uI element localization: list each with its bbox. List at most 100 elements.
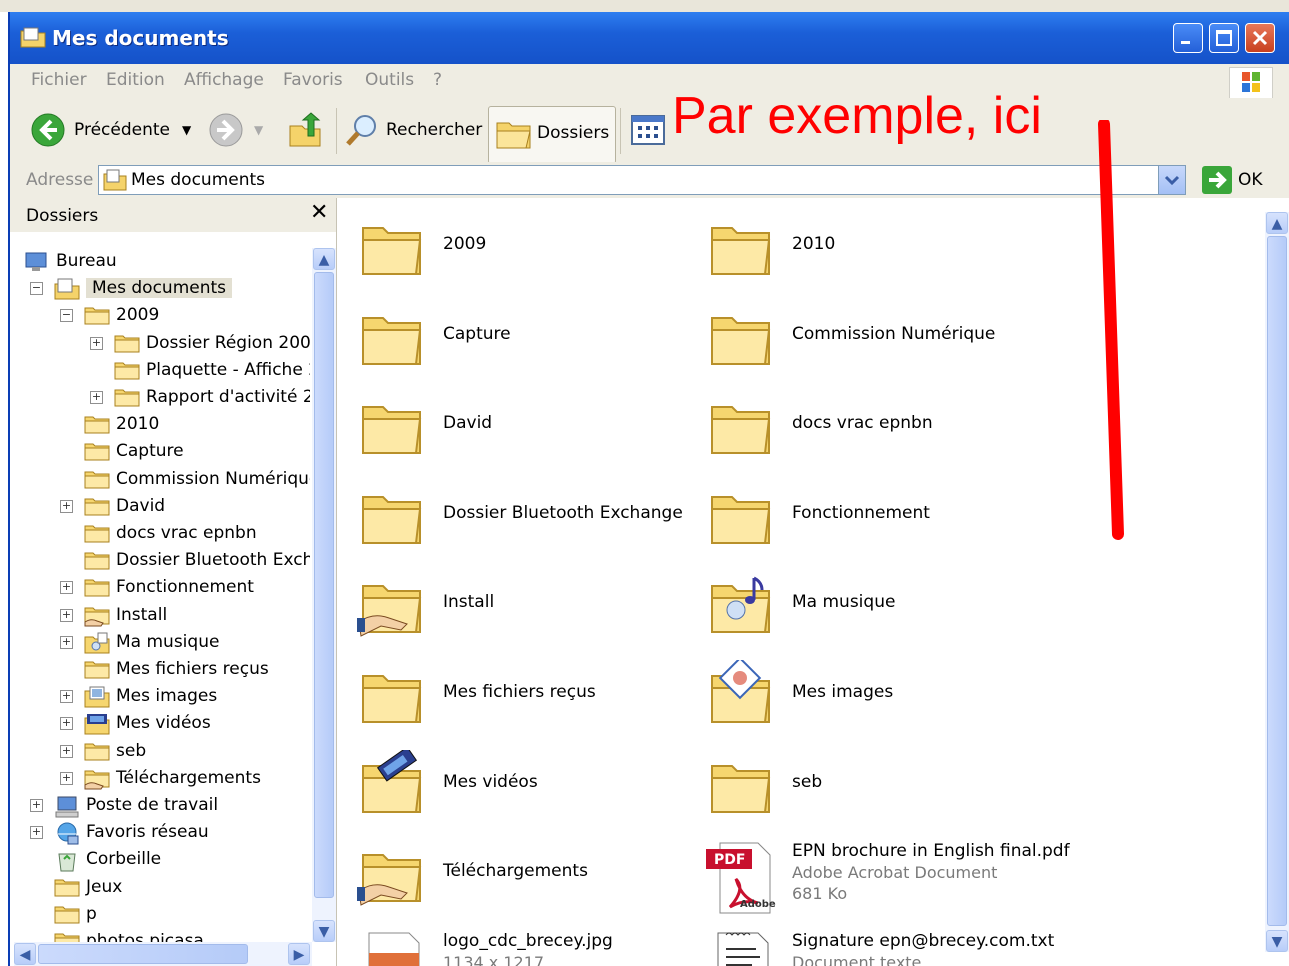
tree-item[interactable]: p	[54, 901, 310, 927]
windows-logo	[1229, 67, 1273, 99]
file-item[interactable]: 2010	[706, 212, 1046, 292]
tree-item[interactable]: docs vrac epnbn	[84, 520, 310, 546]
menu-edition[interactable]: Edition	[106, 70, 165, 90]
tree-item[interactable]: Dossier Bluetooth Exchan	[84, 547, 310, 573]
close-icon	[1252, 30, 1268, 46]
tree-expander-13[interactable]: +	[60, 608, 73, 622]
tree-item[interactable]: Bureau	[24, 248, 310, 274]
maximize-button[interactable]	[1209, 23, 1239, 53]
tree-expander-1[interactable]: −	[30, 282, 43, 296]
tree-item[interactable]: Mes images	[84, 683, 310, 709]
tree-item[interactable]: Mes vidéos	[84, 710, 310, 736]
tree-item[interactable]: 2010	[84, 411, 310, 437]
tree-item[interactable]: Dossier Région 2009 I	[114, 330, 310, 356]
files-vertical-scrollbar[interactable]: ▲ ▼	[1265, 212, 1289, 952]
minimize-button[interactable]	[1173, 23, 1203, 53]
folders-pane-close-icon[interactable]: ✕	[310, 200, 328, 225]
file-item[interactable]: Fonctionnement	[706, 481, 1046, 561]
tree-vertical-scrollbar[interactable]: ▲ ▼	[312, 248, 336, 942]
file-item[interactable]: Commission Numérique	[706, 302, 1046, 382]
file-item[interactable]: Téléchargements	[357, 839, 697, 919]
scroll-thumb[interactable]	[314, 272, 334, 898]
file-item[interactable]: PDF Adobe EPN brochure in English final.pd…	[706, 839, 1070, 919]
tree-item[interactable]: Mes documents	[54, 275, 310, 301]
menu-outils[interactable]: Outils	[365, 70, 414, 90]
scroll-thumb[interactable]	[1267, 236, 1287, 926]
scroll-down-button[interactable]: ▼	[313, 920, 335, 942]
menu-fichier[interactable]: Fichier	[31, 70, 87, 90]
file-item[interactable]: Install	[357, 570, 697, 650]
h-scroll-thumb[interactable]	[38, 944, 248, 964]
tree-expander-18[interactable]: +	[60, 744, 73, 758]
back-label: Précédente	[74, 120, 170, 140]
tree-expander-21[interactable]: +	[30, 826, 43, 840]
tree-item[interactable]: Favoris réseau	[54, 819, 310, 845]
file-item[interactable]: Mes images	[706, 656, 1046, 740]
file-item[interactable]: Mes fichiers reçus	[357, 660, 697, 740]
file-item[interactable]: docs vrac epnbn	[706, 391, 1046, 471]
file-item[interactable]: David	[357, 391, 697, 471]
back-dropdown-icon[interactable]: ▼	[182, 123, 191, 137]
menu-favoris[interactable]: Favoris	[283, 70, 343, 90]
tree-item[interactable]: Plaquette - Affiche 2C	[114, 357, 310, 383]
scroll-up-button[interactable]: ▲	[313, 248, 335, 270]
tree-item[interactable]: Install	[84, 602, 310, 628]
search-button[interactable]: Rechercher	[344, 108, 482, 152]
views-button[interactable]	[630, 108, 666, 152]
file-item[interactable]: Mes vidéos	[357, 746, 697, 830]
tree-item[interactable]: Corbeille	[54, 846, 310, 872]
tree-item[interactable]: Commission Numérique	[84, 466, 310, 492]
tree-item[interactable]: Ma musique	[84, 629, 310, 655]
tree-expander-2[interactable]: −	[60, 309, 73, 323]
tree-item[interactable]: Téléchargements	[84, 765, 310, 791]
file-item[interactable]: 2009	[357, 212, 697, 292]
tree-item[interactable]: Rapport d'activité 20C	[114, 384, 310, 410]
folders-button[interactable]: Dossiers	[488, 106, 616, 164]
tree-item[interactable]: Capture	[84, 438, 310, 464]
tree-expander-17[interactable]: +	[60, 717, 73, 731]
tree-horizontal-scrollbar[interactable]: ◀ ▶	[14, 942, 312, 966]
file-item[interactable]: Ma musique	[706, 570, 1046, 650]
tree-expander-5[interactable]: +	[90, 391, 103, 404]
scroll-down-button[interactable]: ▼	[1266, 930, 1288, 952]
tree-expander-9[interactable]: +	[60, 499, 73, 513]
tree-expander-16[interactable]: +	[60, 690, 73, 704]
go-button[interactable]	[1202, 166, 1232, 194]
tree-item[interactable]: Jeux	[54, 874, 310, 900]
menu-affichage[interactable]: Affichage	[184, 70, 264, 90]
file-item[interactable]: seb	[706, 750, 1046, 830]
scroll-up-button[interactable]: ▲	[1266, 212, 1288, 234]
up-folder-button[interactable]	[288, 108, 322, 152]
tree-expander-19[interactable]: +	[60, 771, 73, 785]
tree-item[interactable]: Fonctionnement	[84, 574, 310, 600]
tree-item[interactable]: seb	[84, 738, 310, 764]
close-button[interactable]	[1245, 23, 1275, 53]
tree-expander-3[interactable]: +	[90, 336, 103, 350]
menu-help[interactable]: ?	[433, 70, 442, 90]
back-button[interactable]: Précédente ▼	[30, 108, 191, 152]
title-bar[interactable]: Mes documents	[10, 12, 1289, 64]
tree-item[interactable]: 2009	[84, 302, 310, 328]
tree-item[interactable]: Poste de travail	[54, 792, 310, 818]
tree-expander-14[interactable]: +	[60, 635, 73, 649]
file-item[interactable]: Capture	[357, 302, 697, 382]
tree-item[interactable]: David	[84, 493, 310, 519]
forward-arrow-icon	[209, 113, 243, 147]
scroll-left-button[interactable]: ◀	[14, 943, 36, 965]
file-item[interactable]: Dossier Bluetooth Exchange	[357, 481, 697, 561]
address-field[interactable]: Mes documents	[98, 165, 1186, 195]
text-file-icon	[706, 929, 776, 966]
go-label[interactable]: OK	[1238, 170, 1263, 190]
tree-expander-12[interactable]: +	[60, 581, 73, 595]
file-item[interactable]: Signature epn@brecey.com.txt Document tex…	[706, 929, 1054, 966]
forward-dropdown-icon[interactable]: ▼	[254, 123, 263, 137]
file-item[interactable]: logo_cdc_brecey.jpg 1134 x 1217	[357, 929, 697, 966]
address-dropdown-button[interactable]	[1158, 166, 1185, 194]
tree-item-label: Poste de travail	[86, 795, 219, 815]
tree-item[interactable]: Mes fichiers reçus	[84, 656, 310, 682]
tree-item-label: Mes vidéos	[116, 713, 211, 734]
forward-button[interactable]: ▼	[208, 108, 263, 152]
scroll-right-button[interactable]: ▶	[288, 943, 310, 965]
shared-folder-icon	[357, 839, 427, 909]
tree-expander-20[interactable]: +	[30, 799, 43, 812]
